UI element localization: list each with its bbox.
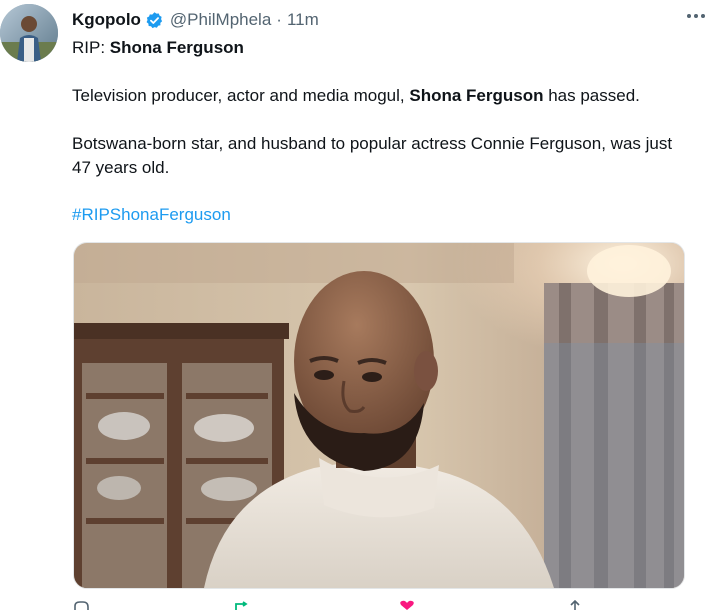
more-options-icon[interactable] [684,6,708,26]
tweet-actions [72,600,632,612]
author-handle[interactable]: @PhilMphela [170,10,271,30]
tweet-card[interactable]: Kgopolo @PhilMphela · 11m RIP: Shona Fer… [0,0,720,610]
tweet-photo[interactable] [73,242,685,589]
tweet-timestamp[interactable]: 11m [287,10,319,30]
verified-badge-icon [146,11,163,28]
like-icon[interactable] [398,600,416,610]
photo-man-white-turtleneck-icon [74,243,684,588]
tweet-header: Kgopolo @PhilMphela · 11m [72,8,700,32]
share-icon[interactable] [566,600,584,610]
paragraph-1-tail: has passed. [543,86,640,105]
paragraph-1-text: Television producer, actor and media mog… [72,86,410,105]
tweet-paragraph-1: Television producer, actor and media mog… [72,84,692,108]
headline-bold-name: Shona Ferguson [109,38,244,57]
headline-prefix: RIP: [72,38,110,57]
hashtag-link[interactable]: #RIPShonaFerguson [72,205,231,225]
author-name[interactable]: Kgopolo [72,10,141,30]
tweet-headline: RIP: Shona Ferguson [72,38,244,58]
retweet-icon[interactable] [232,600,250,610]
avatar[interactable] [0,4,58,62]
separator-dot: · [276,10,282,29]
profile-photo-icon [0,4,58,62]
paragraph-1-bold-name: Shona Ferguson [409,86,544,105]
reply-icon[interactable] [72,600,90,610]
tweet-paragraph-2: Botswana-born star, and husband to popul… [72,134,673,177]
